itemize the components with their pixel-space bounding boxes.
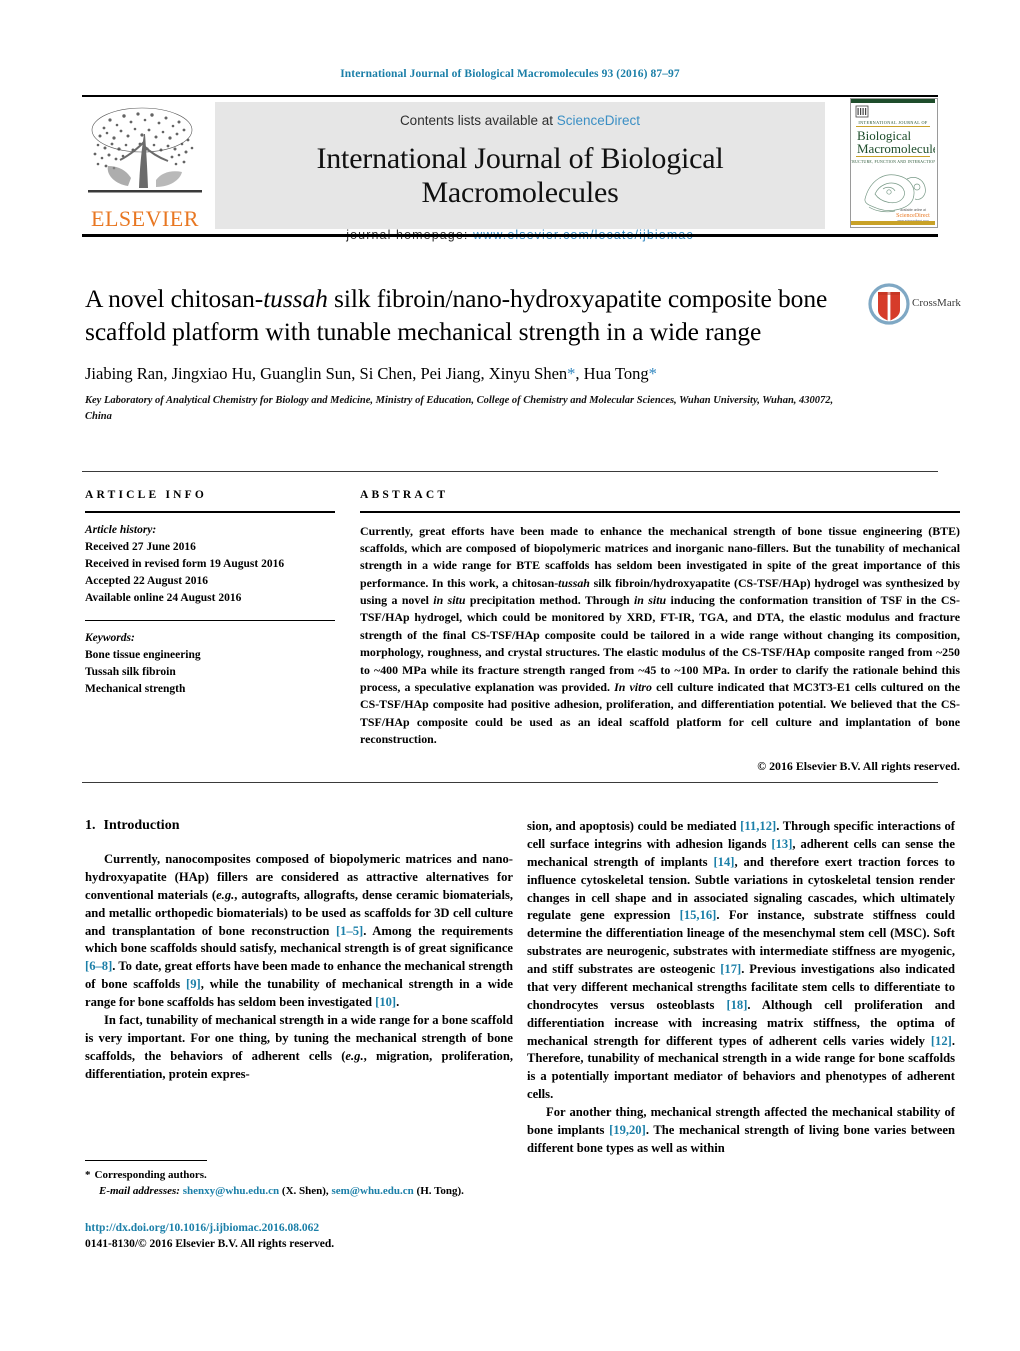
email-link-tong[interactable]: sem@whu.edu.cn <box>331 1185 413 1197</box>
history-item-3: Available online 24 August 2016 <box>85 591 242 604</box>
author-list: Jiabing Ran, Jingxiao Hu, Guanglin Sun, … <box>85 364 855 384</box>
email-link-shen[interactable]: shenxy@whu.edu.cn <box>183 1185 279 1197</box>
doi-link[interactable]: http://dx.doi.org/10.1016/j.ijbiomac.201… <box>85 1222 319 1234</box>
article-history-group: Article history: Received 27 June 2016 R… <box>85 522 335 607</box>
citation-13[interactable]: [13] <box>771 837 792 851</box>
article-info-column: ARTICLE INFO Article history: Received 2… <box>85 489 335 698</box>
history-item-1: Received in revised form 19 August 2016 <box>85 557 285 570</box>
citation-17[interactable]: [17] <box>720 962 741 976</box>
contents-available-line: Contents lists available at ScienceDirec… <box>215 113 825 128</box>
crossmark-icon[interactable] <box>868 283 910 325</box>
keywords-label: Keywords: <box>85 632 135 645</box>
sciencedirect-link[interactable]: ScienceDirect <box>557 113 640 128</box>
abstract-rule <box>360 511 960 513</box>
abstract-copyright: © 2016 Elsevier B.V. All rights reserved… <box>757 759 960 774</box>
info-section-top-rule <box>82 471 938 472</box>
abstract-italic-4: In vitro <box>614 679 652 694</box>
keyword-1: Tussah silk fibroin <box>85 666 176 679</box>
abstract-text: Currently, great efforts have been made … <box>360 523 960 749</box>
history-item-2: Accepted 22 August 2016 <box>85 574 208 587</box>
journal-cover-artwork: INTERNATIONAL JOURNAL OF Biological Macr… <box>851 99 937 225</box>
keywords-rule <box>85 619 335 622</box>
email-2-attribution: (H. Tong). <box>413 1184 464 1197</box>
svg-text:available online at: available online at <box>900 208 926 212</box>
email-addresses-label: E-mail addresses: <box>99 1184 180 1197</box>
paragraph-intro-2b: sion, and apoptosis) could be mediated [… <box>527 818 955 1104</box>
journal-article-page: International Journal of Biological Macr… <box>0 0 1020 1351</box>
crossmark-label: CrossMark <box>912 297 961 309</box>
citation-6-8[interactable]: [6–8] <box>85 959 112 973</box>
journal-cover-thumbnail: INTERNATIONAL JOURNAL OF Biological Macr… <box>850 98 938 228</box>
svg-text:Macromolecules: Macromolecules <box>857 141 935 156</box>
citation-1-5[interactable]: [1–5] <box>336 924 363 938</box>
footnote-star: * <box>85 1169 91 1181</box>
p1-seg-f: . <box>396 995 400 1009</box>
body-column-right: sion, and apoptosis) could be mediated [… <box>527 818 955 1158</box>
article-info-rule <box>85 511 335 513</box>
paragraph-intro-3: For another thing, mechanical strength a… <box>527 1104 955 1158</box>
section-heading-introduction: 1. Introduction <box>85 818 513 834</box>
abstract-seg-4: inducing the conformation transition of … <box>360 593 960 694</box>
corresponding-authors-text: Corresponding authors. <box>94 1169 207 1181</box>
paragraph-intro-1: Currently, nanocomposites composed of bi… <box>85 851 513 1012</box>
citation-12[interactable]: [12] <box>931 1034 952 1048</box>
citation-18[interactable]: [18] <box>726 998 747 1012</box>
keyword-2: Mechanical strength <box>85 683 186 696</box>
elsevier-tree-icon <box>88 107 202 193</box>
section-title: Introduction <box>103 818 180 833</box>
page-title: A novel chitosan-tussah silk fibroin/nan… <box>85 283 855 348</box>
abstract-italic-1: tussah <box>558 575 590 590</box>
p1-em-1: e.g. <box>216 887 235 902</box>
body-column-left: 1. Introduction Currently, nanocomposites… <box>85 818 513 1083</box>
journal-band: Contents lists available at ScienceDirec… <box>215 102 825 242</box>
citation-19-20[interactable]: [19,20] <box>609 1123 646 1137</box>
footnote-rule <box>85 1160 207 1162</box>
history-item-0: Received 27 June 2016 <box>85 540 196 553</box>
authors-main: Jiabing Ran, Jingxiao Hu, Guanglin Sun, … <box>85 364 568 384</box>
abstract-column: ABSTRACT Currently, great efforts have b… <box>360 489 960 774</box>
citation-11-12[interactable]: [11,12] <box>740 819 776 833</box>
authors-tail: , Hua Tong <box>575 364 649 384</box>
citation-10[interactable]: [10] <box>375 995 396 1009</box>
p2-em-1: e.g. <box>345 1048 364 1063</box>
journal-title: International Journal of Biological Macr… <box>316 142 724 209</box>
info-section-bottom-rule <box>82 782 938 783</box>
abstract-italic-2: in situ <box>433 593 466 608</box>
corresponding-author-footnote: * Corresponding authors. E-mail addresses… <box>85 1168 515 1200</box>
p2-seg-c: sion, and apoptosis) could be mediated <box>527 819 741 833</box>
abstract-heading: ABSTRACT <box>360 489 449 501</box>
keywords-group: Keywords: Bone tissue engineering Tussah… <box>85 630 335 698</box>
paragraph-intro-2a: In fact, tunability of mechanical streng… <box>85 1012 513 1084</box>
masthead-top-rule <box>82 95 938 97</box>
section-number: 1. <box>85 818 96 833</box>
svg-text:INTERNATIONAL JOURNAL OF: INTERNATIONAL JOURNAL OF <box>858 120 928 125</box>
title-part-1: A novel chitosan- <box>85 284 264 313</box>
contents-prefix: Contents lists available at <box>399 113 557 128</box>
citation-9[interactable]: [9] <box>186 977 201 991</box>
citation-14[interactable]: [14] <box>713 855 734 869</box>
author-star-2[interactable]: * <box>649 364 657 383</box>
title-block: A novel chitosan-tussah silk fibroin/nan… <box>85 283 855 425</box>
affiliation: Key Laboratory of Analytical Chemistry f… <box>85 395 834 422</box>
email-line: E-mail addresses: shenxy@whu.edu.cn (X. … <box>85 1184 515 1200</box>
journal-masthead: ELSEVIER Contents lists available at Sci… <box>82 95 938 242</box>
running-head: International Journal of Biological Macr… <box>340 68 680 80</box>
elsevier-wordmark: ELSEVIER <box>91 206 199 231</box>
masthead-bottom-rule <box>82 234 938 237</box>
title-italic-term: tussah <box>263 284 328 313</box>
article-history-label: Article history: <box>85 523 157 536</box>
abstract-seg-3: precipitation method. Through <box>465 593 634 608</box>
crossmark-badge[interactable]: CrossMark <box>868 283 961 333</box>
article-info-heading: ARTICLE INFO <box>85 489 208 501</box>
keyword-0: Bone tissue engineering <box>85 649 201 662</box>
email-1-attribution: (X. Shen), <box>279 1184 332 1197</box>
abstract-italic-3: in situ <box>633 593 667 608</box>
citation-15-16[interactable]: [15,16] <box>680 908 717 922</box>
elsevier-logo: ELSEVIER <box>84 100 206 232</box>
issn-copyright-line: 0141-8130/© 2016 Elsevier B.V. All right… <box>85 1238 335 1250</box>
